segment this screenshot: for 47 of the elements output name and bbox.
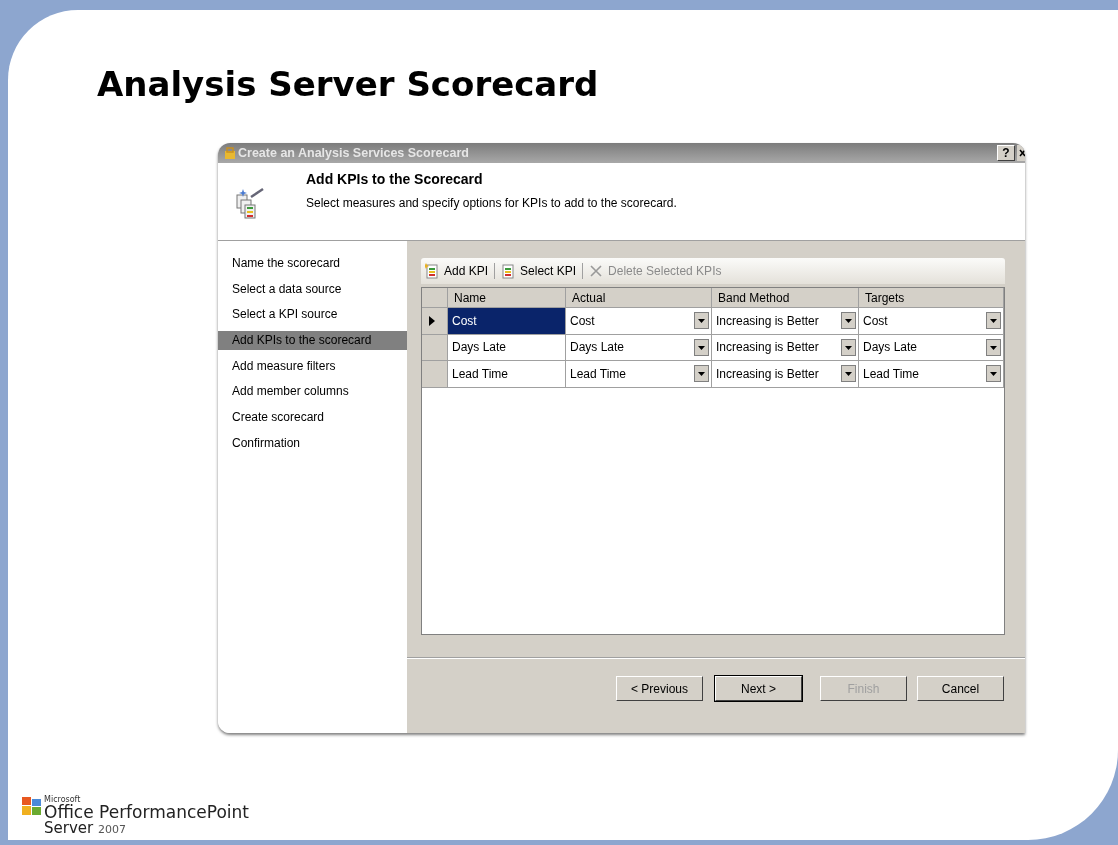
column-header[interactable]: Targets [859,288,1004,307]
dropdown-cell[interactable]: Increasing is Better [712,361,859,387]
wizard-step[interactable]: Confirmation [218,433,407,453]
wizard-button[interactable]: Next > [715,676,802,701]
dropdown-cell[interactable]: Increasing is Better [712,334,859,360]
wizard-step[interactable]: Add measure filters [218,356,407,376]
wizard-step[interactable]: Select a KPI source [218,305,407,325]
app-icon [224,147,236,159]
help-button[interactable]: ? [997,145,1015,161]
dropdown-cell[interactable]: Cost [566,308,712,334]
office-logo-icon [21,796,43,816]
column-header[interactable]: Name [448,288,566,307]
toolbar-button[interactable]: Add KPI [423,263,491,279]
table-cell[interactable]: Cost [448,308,566,334]
dropdown-cell[interactable]: Cost [859,308,1004,334]
wizard-button[interactable]: Cancel [917,676,1004,701]
dropdown-cell[interactable]: Days Late [859,334,1004,360]
delete-icon [589,264,604,278]
dropdown-cell[interactable]: Lead Time [859,361,1004,387]
toolbar-button[interactable]: Select KPI [499,263,579,279]
row-header[interactable] [422,308,448,334]
dropdown-cell[interactable]: Days Late [566,334,712,360]
wizard-step[interactable]: Select a data source [218,279,407,299]
dropdown-cell[interactable]: Increasing is Better [712,308,859,334]
dropdown-cell[interactable]: Lead Time [566,361,712,387]
window-title: Create an Analysis Services Scorecard [238,146,470,160]
column-header[interactable]: Band Method [712,288,859,307]
slide-title: Analysis Server Scorecard [97,63,599,106]
row-pointer-icon [429,315,435,326]
version-year: 2007 [98,823,126,836]
close-icon[interactable] [1017,145,1025,161]
product-name: Office PerformancePoint [44,804,249,821]
page-heading: Add KPIs to the Scorecard [306,171,484,187]
server-label: Server [44,819,94,837]
wizard-icon [235,187,265,221]
page-description: Select measures and specify options for KPIs to add to the scorecard. [306,196,677,210]
table-cell[interactable]: Lead Time [448,361,566,387]
column-header[interactable]: Actual [566,288,712,307]
wizard-step[interactable]: Create scorecard [218,408,407,428]
wizard-step[interactable]: Name the scorecard [218,254,407,273]
wizard-step[interactable]: Add member columns [218,382,407,402]
table-cell[interactable]: Days Late [448,334,566,360]
wizard-button[interactable]: < Previous [616,676,703,701]
kpi-icon [501,263,516,279]
kpi-icon [425,263,439,279]
brand-name: Microsoft [44,796,82,804]
wizard-step[interactable]: Add KPIs to the scorecard [218,331,407,351]
